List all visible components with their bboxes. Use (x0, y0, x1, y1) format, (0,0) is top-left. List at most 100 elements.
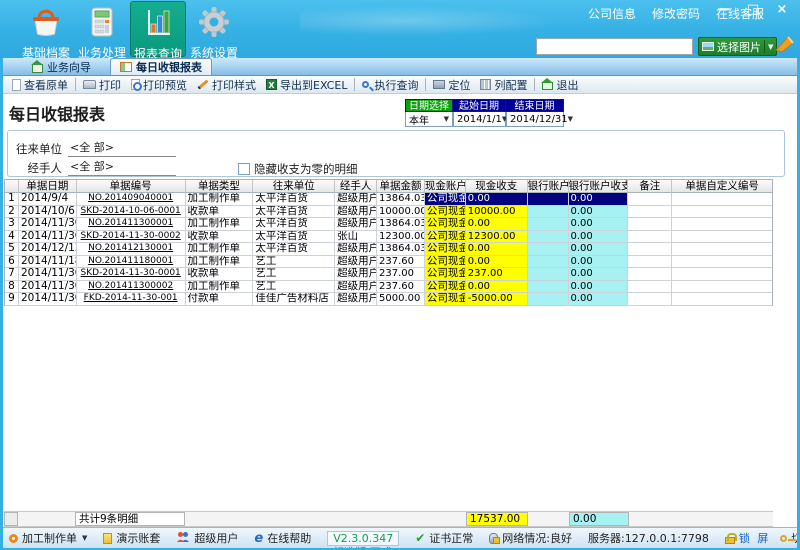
doc-type-selector[interactable]: 加工制作单 ▼ (9, 530, 87, 546)
cell-cash-account: 公司现金 (425, 243, 466, 256)
gear-icon (197, 5, 231, 43)
print-preview-button[interactable]: 打印预览 (126, 77, 192, 93)
module-nav: 基础档案 业务处理 (18, 1, 242, 57)
button-label: 导出到EXCEL (280, 77, 347, 93)
minimize-button[interactable]: — (716, 2, 732, 17)
cell-bank-flow: 0.00 (569, 218, 629, 231)
table-row[interactable]: 2 2014/10/6 SKD-2014-10-06-0001 收款单 太平洋百… (5, 206, 772, 219)
table-row[interactable]: 1 2014/9/4 NO.201409040001 加工制作单 太平洋百货 超… (5, 193, 772, 206)
table-row[interactable]: 4 2014/11/30 SKD-2014-11-30-0002 收款单 太平洋… (5, 231, 772, 244)
locate-icon (433, 80, 445, 89)
summary-cash-total: 17537.00 (466, 512, 528, 526)
cell-doc-no-link[interactable]: NO.201412130001 (77, 243, 186, 256)
hide-zero-checkbox[interactable] (238, 163, 250, 175)
column-header-custom-no[interactable]: 单据自定义编号 (672, 180, 772, 193)
cell-doc-no-link[interactable]: NO.201409040001 (77, 193, 186, 206)
maximize-button[interactable]: □ (745, 2, 761, 17)
export-excel-button[interactable]: X 导出到EXCEL (261, 77, 352, 93)
exit-button[interactable]: 退出 (537, 77, 583, 93)
module-reports[interactable]: 报表查询 (130, 1, 186, 57)
cell-amount: 10000.00 (377, 206, 425, 219)
image-icon (702, 42, 714, 51)
horn-icon[interactable] (774, 34, 796, 58)
print-button[interactable]: 打印 (78, 77, 126, 93)
column-header-bank-account[interactable]: 银行账户 (528, 180, 569, 193)
cell-cash-flow: -5000.00 (466, 293, 528, 306)
chevron-down-icon[interactable]: ▼ (768, 43, 773, 51)
person-filter-field[interactable]: <全 部> (68, 158, 176, 176)
run-query-button[interactable]: 执行查询 (357, 77, 423, 93)
end-date-select[interactable]: 2014/12/31 ▼ (506, 112, 564, 127)
column-header-rownum[interactable] (5, 180, 19, 193)
column-header-cash-flow[interactable]: 现金收支 (466, 180, 528, 193)
tab-daily-cash-report[interactable]: 每日收银报表 (110, 58, 212, 75)
column-header-bank-flow[interactable]: 银行账户收支 (569, 180, 629, 193)
account-set-indicator[interactable]: 演示账套 (103, 530, 160, 546)
table-row[interactable]: 5 2014/12/13 NO.201412130001 加工制作单 太平洋百货… (5, 243, 772, 256)
date-range-select[interactable]: 本年 ▼ (405, 112, 453, 127)
cell-cash-account: 公司现金 (425, 281, 466, 294)
cell-date: 2014/11/18 (19, 256, 77, 269)
window-border-left (0, 58, 3, 550)
app-window: 基础档案 业务处理 (0, 0, 800, 550)
module-settings[interactable]: 系统设置 (186, 1, 242, 57)
cell-doc-no-link[interactable]: NO.201411300001 (77, 218, 186, 231)
table-row[interactable]: 8 2014/11/30 NO.201411300002 加工制作单 艺工 超级… (5, 281, 772, 294)
column-config-button[interactable]: 列配置 (475, 77, 532, 93)
online-help-button[interactable]: e 在线帮助 (254, 530, 311, 546)
end-date-header: 结束日期 (506, 99, 564, 112)
cell-cash-account: 公司现金 (425, 218, 466, 231)
column-header-amount[interactable]: 单据金额 (377, 180, 425, 193)
cell-doc-no-link[interactable]: SKD-2014-10-06-0001 (77, 206, 186, 219)
printer-icon (83, 80, 96, 89)
hide-zero-label: 隐藏收支为零的明细 (254, 161, 358, 177)
column-header-date[interactable]: 单据日期 (19, 180, 77, 193)
column-header-no[interactable]: 单据编号 (77, 180, 186, 193)
unit-filter-label: 往来单位 (10, 141, 62, 157)
select-image-button[interactable]: 选择图片 ▼ (698, 37, 777, 56)
cell-custom-no (672, 293, 772, 306)
table-row[interactable]: 3 2014/11/30 NO.201411300001 加工制作单 太平洋百货… (5, 218, 772, 231)
tab-business-wizard[interactable]: 业务向导 (23, 59, 100, 75)
change-password-link[interactable]: 修改密码 (652, 5, 700, 22)
cell-rownum: 6 (5, 256, 19, 269)
column-header-type[interactable]: 单据类型 (186, 180, 254, 193)
cell-note (628, 231, 672, 244)
cell-cash-flow: 0.00 (466, 256, 528, 269)
cell-note (628, 256, 672, 269)
column-header-cash-account[interactable]: 现金账户 (425, 180, 466, 193)
column-header-unit[interactable]: 往来单位 (253, 180, 335, 193)
table-row[interactable]: 6 2014/11/18 NO.201411180001 加工制作单 艺工 超级… (5, 256, 772, 269)
cell-doc-no-link[interactable]: FKD-2014-11-30-001 (77, 293, 186, 306)
company-info-link[interactable]: 公司信息 (588, 5, 636, 22)
column-header-note[interactable]: 备注 (628, 180, 672, 193)
view-original-button[interactable]: 查看原单 (7, 77, 73, 93)
module-basic-archives[interactable]: 基础档案 (18, 1, 74, 57)
module-business[interactable]: 业务处理 (74, 1, 130, 57)
cell-person: 张山 (335, 231, 377, 244)
tab-label: 每日收银报表 (136, 59, 202, 75)
locate-button[interactable]: 定位 (428, 77, 475, 93)
close-button[interactable]: × (774, 2, 790, 17)
cell-rownum: 8 (5, 281, 19, 294)
cell-doc-no-link[interactable]: SKD-2014-11-30-0002 (77, 231, 186, 244)
cell-type: 收款单 (186, 231, 254, 244)
column-header-person[interactable]: 经手人 (335, 180, 377, 193)
cell-bank-account (528, 206, 569, 219)
banner-text-input[interactable] (536, 38, 693, 55)
cell-note (628, 193, 672, 206)
table-row[interactable]: 7 2014/11/30 SKD-2014-11-30-0001 收款单 艺工 … (5, 268, 772, 281)
version-badge: V2.3.0.347标准版 正式版 (327, 531, 399, 546)
cell-doc-no-link[interactable]: NO.201411300002 (77, 281, 186, 294)
cell-person: 超级用户 (335, 268, 377, 281)
unit-filter-field[interactable]: <全 部> (68, 139, 176, 157)
cell-doc-no-link[interactable]: NO.201411180001 (77, 256, 186, 269)
print-style-button[interactable]: 打印样式 (192, 77, 261, 93)
cell-rownum: 3 (5, 218, 19, 231)
current-user-indicator[interactable]: 超级用户 (176, 530, 238, 546)
cell-doc-no-link[interactable]: SKD-2014-11-30-0001 (77, 268, 186, 281)
account-label: 演示账套 (116, 530, 160, 546)
table-row[interactable]: 9 2014/11/30 FKD-2014-11-30-001 付款单 佳佳广告… (5, 293, 772, 306)
lock-screen-button[interactable]: 锁 屏 (725, 530, 771, 546)
start-date-select[interactable]: 2014/1/1 ▼ (453, 112, 506, 127)
